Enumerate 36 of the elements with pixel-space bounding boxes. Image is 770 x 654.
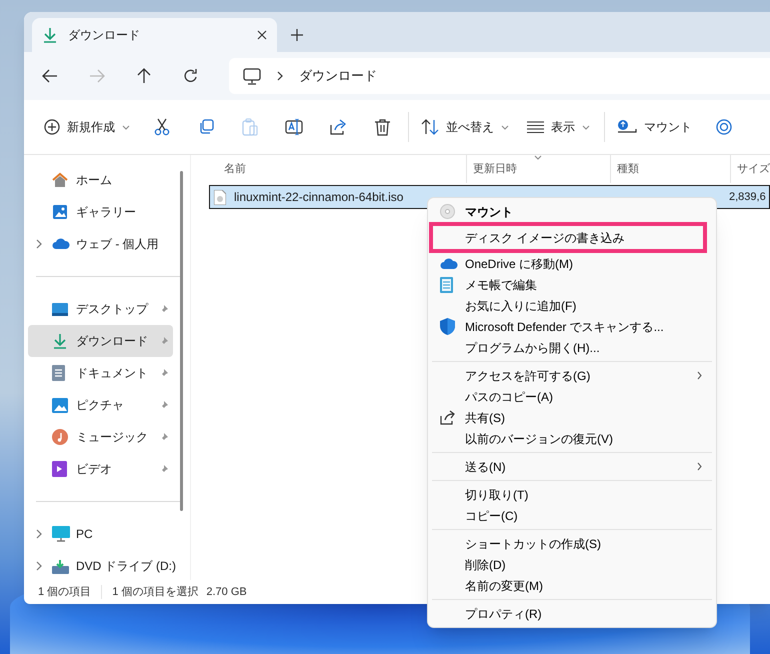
menu-label: 名前の変更(M) — [465, 578, 544, 594]
file-size: 2,839,6 — [729, 190, 766, 205]
menu-label: マウント — [465, 204, 514, 220]
item-count: 1 個の項目 — [38, 584, 92, 600]
menu-label: ショートカットの作成(S) — [465, 536, 602, 552]
menu-label: メモ帳で編集 — [465, 276, 538, 294]
sidebar-label: デスクトップ — [76, 301, 150, 318]
menu-label: 共有(S) — [465, 410, 506, 426]
sidebar-label: ミュージック — [76, 429, 149, 446]
selection-count: 1 個の項目を選択 — [112, 584, 198, 600]
menu-label: 削除(D) — [465, 556, 507, 574]
menu-label: ディスク イメージの書き込み — [465, 230, 626, 246]
menu-label: 切り取り(T) — [465, 486, 530, 504]
sidebar-label: ドキュメント — [76, 365, 149, 382]
menu-label: Microsoft Defender でスキャンする... — [465, 318, 665, 336]
menu-label: アクセスを許可する(G) — [465, 368, 592, 384]
sidebar-label: PC — [76, 526, 94, 543]
menu-label: パスのコピー(A) — [465, 388, 554, 406]
sidebar-label: ダウンロード — [76, 333, 149, 350]
tab-title: ダウンロード — [68, 27, 141, 44]
menu-label: プロパティ(R) — [465, 606, 543, 622]
menu-label: OneDrive に移動(M) — [465, 256, 574, 272]
menu-label: プログラムから開く(H)... — [465, 340, 601, 356]
menu-label: 送る(N) — [465, 458, 507, 476]
menu-label: 以前のバージョンの復元(V) — [465, 430, 614, 448]
file-name: linuxmint-22-cinnamon-64bit.iso — [234, 189, 404, 206]
sidebar-label: ホーム — [76, 172, 113, 189]
sidebar-label: ビデオ — [76, 461, 113, 478]
menu-label: コピー(C) — [465, 508, 519, 524]
sidebar-label: ウェブ - 個人用 — [76, 236, 160, 253]
sidebar-label: DVD ドライブ (D:) — [76, 558, 176, 575]
sidebar-label: ギャラリー — [76, 204, 137, 221]
address-path: ダウンロード — [299, 67, 377, 86]
sidebar-label: ピクチャ — [76, 397, 125, 414]
selection-size: 2.70 GB — [206, 584, 247, 600]
menu-label: お気に入りに追加(F) — [465, 298, 578, 314]
